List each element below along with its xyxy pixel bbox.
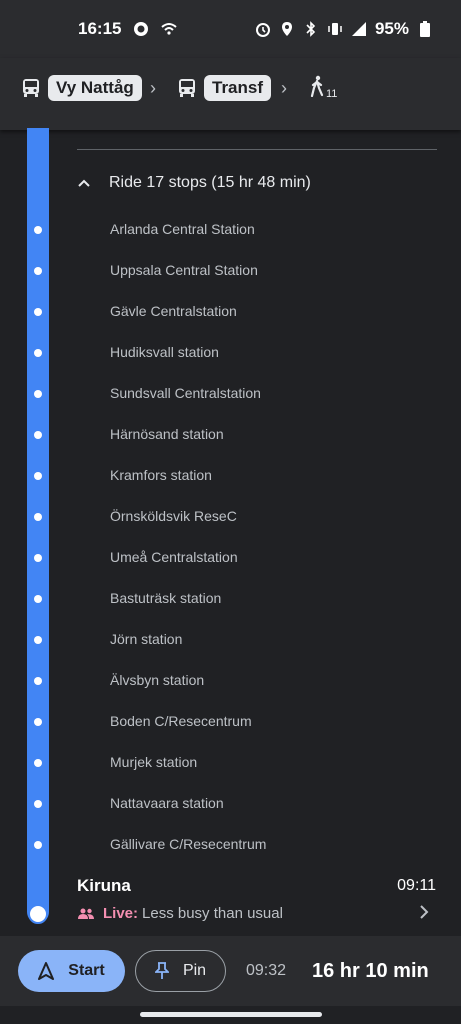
bus-icon xyxy=(179,79,195,97)
destination-time: 09:11 xyxy=(397,877,436,894)
wifi-icon xyxy=(161,23,178,35)
status-time: 16:15 xyxy=(78,19,122,38)
stop-item[interactable]: Jörn station xyxy=(110,631,182,647)
route-step-label: Vy Nattåg xyxy=(48,75,142,101)
chevron-right-icon[interactable] xyxy=(417,903,431,921)
live-busyness[interactable]: Live: Less busy than usual xyxy=(77,905,283,922)
stop-item[interactable]: Hudiksvall station xyxy=(110,344,219,360)
stop-item[interactable]: Nattavaara station xyxy=(110,795,224,811)
stop-dot xyxy=(34,390,42,398)
stop-dot xyxy=(34,472,42,480)
stop-item[interactable]: Uppsala Central Station xyxy=(110,262,258,278)
stop-dot xyxy=(34,636,42,644)
stop-item[interactable]: Arlanda Central Station xyxy=(110,221,255,237)
location-icon xyxy=(281,22,292,36)
trip-duration: 16 hr 10 min xyxy=(312,960,429,982)
chevron-right-icon: › xyxy=(281,78,287,98)
status-bar: 16:15 95% xyxy=(0,0,461,58)
alarm-icon xyxy=(255,23,270,37)
stop-item[interactable]: Gällivare C/Resecentrum xyxy=(110,836,266,852)
stop-dot xyxy=(34,759,42,767)
stop-dot xyxy=(34,718,42,726)
stop-item[interactable]: Örnsköldsvik ReseC xyxy=(110,508,237,524)
bottom-action-bar: Start Pin 09:32 16 hr 10 min xyxy=(0,936,461,1006)
destination-name: Kiruna xyxy=(77,876,131,895)
bus-icon xyxy=(23,79,39,97)
stop-item[interactable]: Boden C/Resecentrum xyxy=(110,713,252,729)
start-label: Start xyxy=(68,962,105,979)
route-step-transfer[interactable]: Transf xyxy=(178,75,272,101)
stop-item[interactable]: Härnösand station xyxy=(110,426,224,442)
stop-dot xyxy=(34,800,42,808)
signal-icon xyxy=(351,22,366,36)
stop-dot xyxy=(34,431,42,439)
stop-dot xyxy=(34,308,42,316)
live-text: Less busy than usual xyxy=(142,905,283,922)
stop-item[interactable]: Älvsbyn station xyxy=(110,672,204,688)
live-label: Live: xyxy=(103,905,139,922)
arrival-time: 09:32 xyxy=(246,962,287,979)
route-step-walk[interactable]: 11 xyxy=(309,75,338,100)
walk-minutes: 11 xyxy=(326,88,338,100)
route-steps-bar: Vy Nattåg › Transf › 11 xyxy=(0,58,461,130)
ride-stops-toggle[interactable]: Ride 17 stops (15 hr 48 min) xyxy=(77,174,311,192)
bluetooth-icon xyxy=(306,21,316,37)
battery-percent: 95% xyxy=(374,19,409,38)
start-button[interactable]: Start xyxy=(18,950,125,992)
battery-icon xyxy=(420,21,430,37)
stop-item[interactable]: Gävle Centralstation xyxy=(110,303,237,319)
chevron-up-icon xyxy=(78,179,90,187)
status-left: 16:15 xyxy=(78,19,178,39)
route-step-train[interactable]: Vy Nattåg xyxy=(22,75,142,101)
pin-label: Pin xyxy=(182,962,207,979)
stop-dot xyxy=(34,554,42,562)
stop-dot xyxy=(34,226,42,234)
vibrate-icon xyxy=(328,23,342,35)
people-icon xyxy=(78,908,94,919)
stop-item[interactable]: Kramfors station xyxy=(110,467,212,483)
ride-summary: Ride 17 stops (15 hr 48 min) xyxy=(109,174,311,191)
gesture-nav-handle[interactable] xyxy=(140,1012,322,1017)
stop-item[interactable]: Sundsvall Centralstation xyxy=(110,385,261,401)
stop-dot xyxy=(34,841,42,849)
pin-button[interactable]: Pin xyxy=(135,950,226,992)
stop-dot xyxy=(34,267,42,275)
stop-item[interactable]: Bastuträsk station xyxy=(110,590,221,606)
stop-item[interactable]: Umeå Centralstation xyxy=(110,549,238,565)
chevron-right-icon: › xyxy=(150,78,156,98)
pin-icon xyxy=(154,962,169,979)
navigation-arrow-icon xyxy=(38,962,55,980)
divider xyxy=(77,149,437,150)
status-right: 95% xyxy=(255,19,433,39)
walk-icon xyxy=(310,75,324,97)
stop-dot xyxy=(34,677,42,685)
stop-dot xyxy=(34,595,42,603)
stop-dot xyxy=(34,513,42,521)
stop-dot xyxy=(34,349,42,357)
record-icon xyxy=(134,22,149,36)
destination-marker xyxy=(28,904,48,924)
route-step-label: Transf xyxy=(204,75,272,101)
stop-item[interactable]: Murjek station xyxy=(110,754,197,770)
